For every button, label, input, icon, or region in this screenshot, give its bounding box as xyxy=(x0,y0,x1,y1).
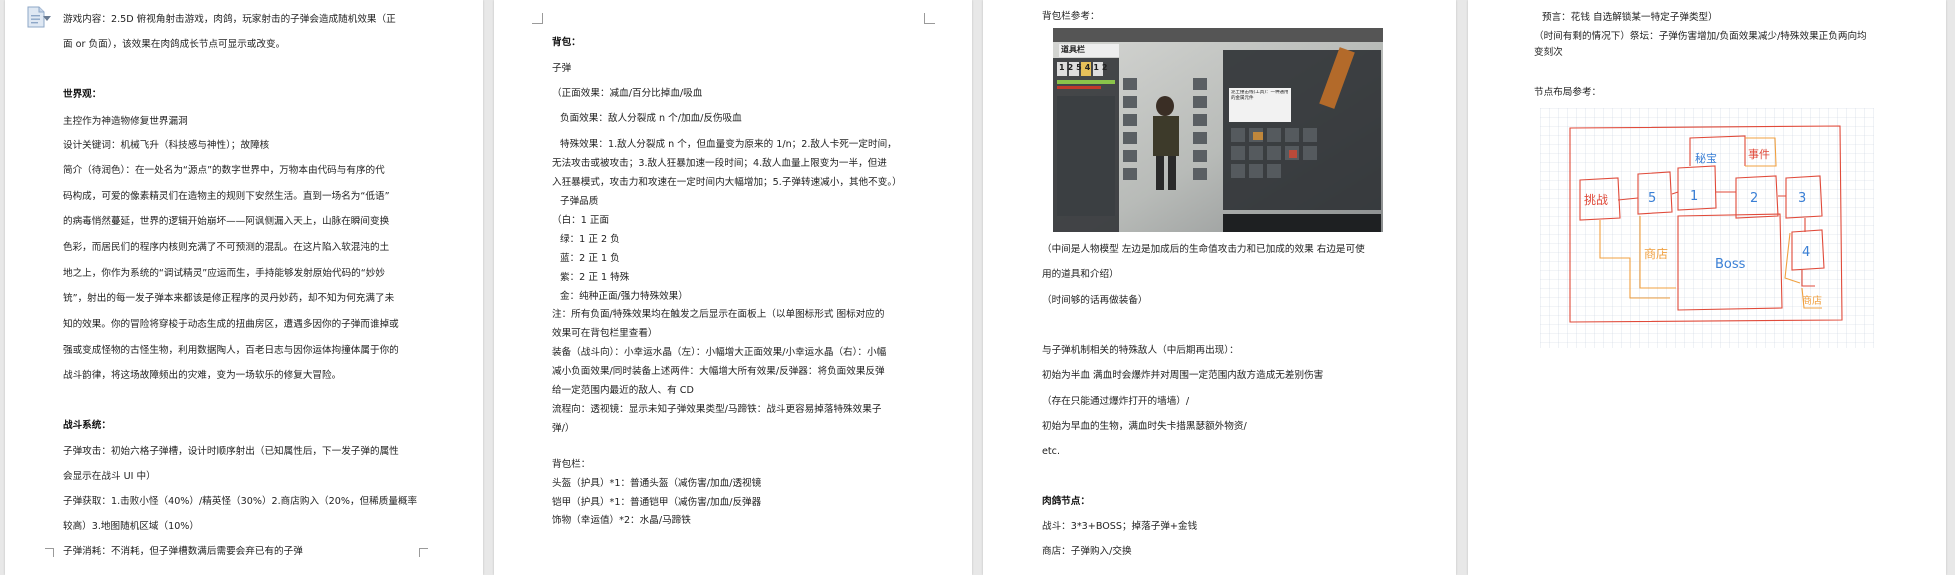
stat-value: 2 xyxy=(1101,63,1108,72)
crop-mark xyxy=(45,548,54,557)
section-heading: 背包： xyxy=(552,37,581,48)
text-line: 地之上，你作为系统的“调试精灵”应运而生，手持能够发射原始代码的“妙妙 xyxy=(63,268,385,279)
sketch-label: 4 xyxy=(1802,245,1810,260)
text-line: 给一定范围内最近的敌人、有 CD xyxy=(552,385,694,396)
text-line: 效果可在背包栏里查看） xyxy=(552,328,658,339)
text-line: 初始为早血的生物，满血时失卡措黑瑟额外物资/ xyxy=(1042,421,1247,432)
text-line: 头盔（护具）*1：普通头盔（减伤害/加血/透视镜 xyxy=(552,478,762,489)
crop-mark xyxy=(532,13,543,24)
text-line: 饰物（幸运值）*2：水晶/马蹄铁 xyxy=(552,515,691,526)
text-line: 装备（战斗向）：小幸运水晶（左）：小幅增大正面效果/小幸运水晶（右）：小幅 xyxy=(552,347,887,358)
document-page-4: 预言：花钱 自选解锁某一特定子弹类型） （时间有剩的情况下）祭坛：子弹伤害增加/负… xyxy=(1468,0,1946,575)
text-line: 游戏内容：2.5D 俯视角射击游戏，肉鸽，玩家射击的子弹会造成随机效果（正 xyxy=(63,14,396,25)
text-line: 较高）3.地图随机区域（10%） xyxy=(63,521,200,532)
text-line: 流程向：透视镜：显示未知子弹效果类型/马蹄铁：战斗更容易掉落特殊效果子 xyxy=(552,404,882,415)
sketch-label: 1 xyxy=(1690,189,1698,204)
stat-value: 1 xyxy=(1059,63,1065,72)
text-line: 主控作为神造物修复世界漏洞 xyxy=(63,116,188,127)
text-line: 子弹 xyxy=(552,63,572,74)
section-heading: 肉鸽节点： xyxy=(1042,496,1090,507)
text-line: 会显示在战斗 UI 中） xyxy=(63,471,156,482)
text-line: （中间是人物模型 左边是加成后的生命值攻击力和已加成的效果 右边是可使 xyxy=(1042,244,1365,255)
text-line: 金：纯种正面/强力特殊效果） xyxy=(560,291,688,302)
text-line: 初始为半血 满血时会爆炸并对周围一定范围内敌方造成无差别伤害 xyxy=(1042,370,1324,381)
node-layout-sketch: 挑战 5 1 2 3 4 商店 Boss 秘宝 事件 商店 xyxy=(1540,108,1874,348)
text-line: 弹/） xyxy=(552,423,575,434)
sketch-label: 3 xyxy=(1798,191,1806,206)
document-page-2: 背包： 子弹 （正面效果：减血/百分比掉血/吸血负面效果：敌人分裂成 n 个/加血/… xyxy=(494,0,972,575)
text-line: （白：1 正面 xyxy=(552,215,610,226)
text-line: 注：所有负面/特殊效果均在触发之后显示在面板上（以单图标形式 图标对应的 xyxy=(552,309,885,320)
text-line: 紫：2 正 1 特殊 xyxy=(560,272,630,283)
stat-value: 5 xyxy=(1076,63,1082,72)
sketch-label: 2 xyxy=(1750,191,1758,206)
chevron-down-icon[interactable] xyxy=(43,16,51,22)
text-line: 背包栏参考： xyxy=(1042,11,1100,22)
section-heading: 战斗系统： xyxy=(63,420,111,431)
sketch-label: 挑战 xyxy=(1584,193,1608,207)
text-line: 面 or 负面），该效果在肉鸽成长节点可显示或改变。 xyxy=(63,39,286,50)
text-line: 绿：1 正 2 负 xyxy=(560,234,620,245)
text-line: 铳”，射出的每一发子弹本来都该是修正程序的灵丹妙药，却不知为何充满了未 xyxy=(63,293,395,304)
text-line: 战斗：3*3+BOSS；掉落子弹+金钱 xyxy=(1042,521,1198,532)
text-line: 码构成，可爱的像素精灵们在造物主的规则下安然生活。直到一场名为“低语” xyxy=(63,191,390,202)
text-line: 无法攻击或被攻击；3.敌人狂暴加速一段时间；4.敌人血量上限变为一半，但进 xyxy=(552,158,887,169)
text-line: etc. xyxy=(1042,446,1060,457)
text-line: （时间有剩的情况下）祭坛：子弹伤害增加/负面效果减少/特殊效果正负两向均 xyxy=(1534,31,1867,42)
document-page-1: 游戏内容：2.5D 俯视角射击游戏，肉鸽，玩家射击的子弹会造成随机效果（正面 o… xyxy=(5,0,483,575)
text-line: 蓝：2 正 1 负 xyxy=(560,253,620,264)
text-line: 与子弹机制相关的特殊敌人（中后期再出现）： xyxy=(1042,345,1239,356)
sketch-label: 秘宝 xyxy=(1695,151,1717,165)
stat-value: 4 xyxy=(1084,63,1091,72)
text-line: 特殊效果：1.敌人分裂成 n 个，但血量变为原来的 1/n；2.敌人卡死一定时间… xyxy=(560,139,897,150)
text-line: 减小负面效果/同时装备上述两件：大幅增大所有效果/反弹器：将负面效果反弹 xyxy=(552,366,885,377)
text-line: 子弹消耗：不消耗，但子弹槽数满后需要会弃已有的子弹 xyxy=(63,546,303,557)
text-line: 预言：花钱 自选解锁某一特定子弹类型） xyxy=(1542,12,1718,23)
section-heading: 世界观： xyxy=(63,89,102,100)
text-line: 知的效果。你的冒险将穿梭于动态生成的扭曲房区，遭遇多因你的子弹而谁掉或 xyxy=(63,319,399,330)
text-line: 变刻次 xyxy=(1534,47,1563,58)
text-line: 用的道具和介绍） xyxy=(1042,269,1119,280)
text-line: 节点布局参考： xyxy=(1534,87,1602,98)
sketch-label: 5 xyxy=(1648,191,1656,206)
text-line: 的病毒悄然蔓延，世界的逻辑开始崩坏——阿讽侧漏入天上，山脉在瞬间变换 xyxy=(63,216,390,227)
text-line: （存在只能通过爆炸打开的墙墙）/ xyxy=(1042,396,1190,407)
document-page-3: 背包栏参考： （中间是人物模型 左边是加成后的生命值攻击力和已加成的效果 右边是可… xyxy=(983,0,1456,575)
text-line: 战斗韵律，将这场故障频出的灾难，变为一场软乐的修复大冒险。 xyxy=(63,370,342,381)
text-line: 商店：子弹购入/交换 xyxy=(1042,546,1132,557)
stat-value: 1 xyxy=(1093,63,1099,72)
text-line: 背包栏： xyxy=(552,459,591,470)
text-line: 强或变成怪物的古怪生物，利用数据陶人，百老日志与因你运体拘撞体属于你的 xyxy=(63,345,399,356)
text-line: 铠甲（护具）*1：普通铠甲（减伤害/加血/反弹器 xyxy=(552,497,762,508)
crop-mark xyxy=(419,548,428,557)
item-tooltip: 泥土撞击线(工具)：一种通用的金属元件 xyxy=(1231,90,1289,101)
text-line: （正面效果：减血/百分比掉血/吸血 xyxy=(552,88,703,99)
inventory-reference-image: 道具栏 1 2 5 4 1 2 泥土撞击线(工具)：一种通用的金属元件 xyxy=(1053,28,1383,232)
text-line: 设计关键词：机械飞升（科技感与神性）；故障核 xyxy=(63,140,270,151)
text-line: 简介（待润色）：在一处名为“源点”的数字世界中，万物本由代码与有序的代 xyxy=(63,165,385,176)
text-line: （时间够的话再做装备） xyxy=(1042,295,1148,306)
inventory-stats: 1 2 5 4 1 2 xyxy=(1059,63,1107,72)
stat-value: 2 xyxy=(1067,63,1074,72)
crop-mark xyxy=(924,13,935,24)
sketch-label: Boss xyxy=(1715,257,1746,272)
text-line: 子弹品质 xyxy=(560,196,599,207)
text-line: 色彩，而居民们的程序内核则充满了不可预测的混乱。在这片陷入软混沌的土 xyxy=(63,242,390,253)
text-line: 子弹攻击：初始六格子弹槽，设计时顺序射出（已知属性后，下一发子弹的属性 xyxy=(63,446,399,457)
text-line: 负面效果：敌人分裂成 n 个/加血/反伤吸血 xyxy=(560,113,742,124)
text-line: 入狂暴模式，攻击力和攻速在一定时间内大幅增加；5.子弹转速减小，其他不变。） xyxy=(552,177,902,188)
sketch-label: 商店 xyxy=(1802,294,1822,307)
inventory-panel-title: 道具栏 xyxy=(1061,45,1085,54)
text-line: 子弹获取：1.击败小怪（40%）/精英怪（30%）2.商店购入（20%，但稀质量… xyxy=(63,496,418,507)
sketch-label: 商店 xyxy=(1644,246,1668,261)
sketch-label: 事件 xyxy=(1748,148,1770,161)
